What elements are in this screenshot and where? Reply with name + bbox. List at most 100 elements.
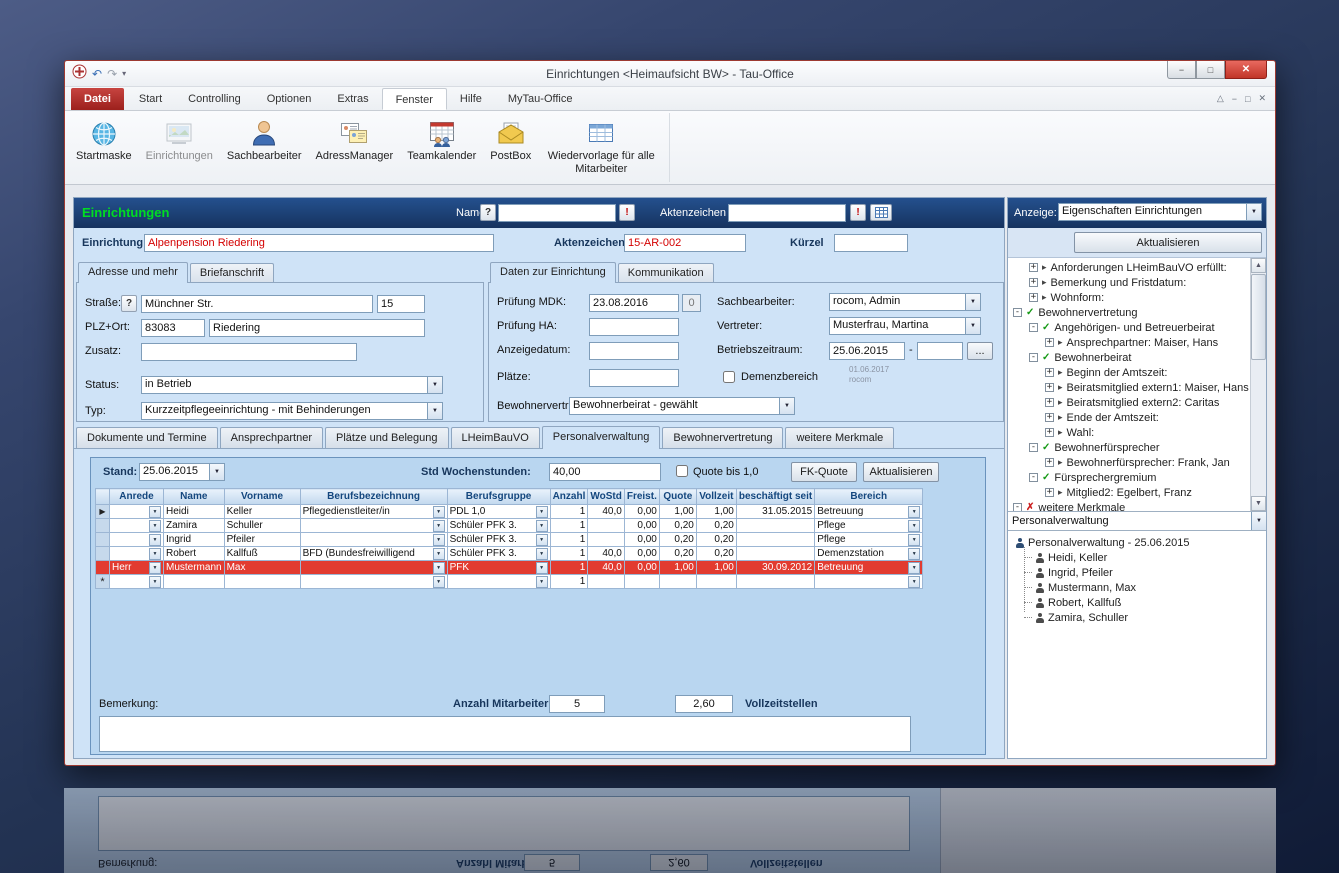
personal-tree-item[interactable]: Mustermann, Max <box>1024 580 1266 595</box>
col-freist[interactable]: Freist. <box>623 488 660 505</box>
cell-freist[interactable]: 0,00 <box>623 546 660 561</box>
dropdown-arrow-icon[interactable]: ▼ <box>209 464 224 480</box>
cell-berufsgruppe[interactable]: PDL 1,0 ▼ <box>446 504 551 519</box>
tab-dokumente-und-termine[interactable]: Dokumente und Termine <box>76 427 218 448</box>
cell-berufsbezeichnung[interactable]: ▼ <box>299 532 448 547</box>
tab-adresse-und-mehr[interactable]: Adresse und mehr <box>78 262 188 283</box>
row-selector[interactable]: * <box>95 574 110 589</box>
tree-item[interactable]: - ✓ Fürsprechergremium <box>1008 470 1266 485</box>
betriebszeitraum-von-input[interactable] <box>829 342 905 360</box>
col-berufsbezeichnung[interactable]: Berufsbezeichnung <box>299 488 448 505</box>
cell-berufsgruppe[interactable]: PFK ▼ <box>446 560 551 575</box>
cell-anzahl[interactable]: 1 <box>549 560 589 575</box>
ribbon-tab-datei[interactable]: Datei <box>71 88 124 110</box>
row-selector[interactable]: ▶ <box>95 504 110 519</box>
col-berufsgruppe[interactable]: Berufsgruppe <box>446 488 551 505</box>
dropdown-arrow-icon[interactable]: ▼ <box>535 505 548 518</box>
betriebszeitraum-browse-button[interactable]: ... <box>967 342 993 360</box>
ribbon-collapse-icon[interactable]: △ <box>1217 93 1224 104</box>
demenzbereich-checkbox[interactable] <box>723 371 735 383</box>
cell-wostd[interactable] <box>587 532 625 547</box>
expand-icon[interactable]: + <box>1045 413 1054 422</box>
tree-scrollbar[interactable]: ▲ ▼ <box>1250 258 1266 511</box>
expand-icon[interactable]: + <box>1045 338 1054 347</box>
cell-wostd[interactable]: 40,0 <box>587 504 625 519</box>
expand-icon[interactable]: + <box>1045 383 1054 392</box>
row-selector[interactable] <box>95 532 110 547</box>
cell-quote[interactable]: 0,20 <box>658 518 697 533</box>
cell-vollzeit[interactable]: 1,00 <box>695 504 737 519</box>
dropdown-arrow-icon[interactable]: ▼ <box>535 561 548 574</box>
dropdown-arrow-icon[interactable]: ▼ <box>965 318 980 334</box>
dropdown-arrow-icon[interactable]: ▼ <box>908 547 921 560</box>
minimize-button[interactable]: − <box>1167 61 1196 79</box>
dropdown-arrow-icon[interactable]: ▼ <box>432 547 445 560</box>
tree-item[interactable]: + ▸ Bewohnerfürsprecher: Frank, Jan <box>1008 455 1266 470</box>
bewohnervertr-select[interactable]: Bewohnerbeirat - gewählt ▼ <box>569 397 795 415</box>
expand-icon[interactable]: + <box>1045 428 1054 437</box>
dropdown-arrow-icon[interactable]: ▼ <box>908 533 921 546</box>
expand-icon[interactable]: + <box>1029 293 1038 302</box>
dropdown-arrow-icon[interactable]: ▼ <box>149 519 161 532</box>
tree-item[interactable]: - ✓ Bewohnerbeirat <box>1008 350 1266 365</box>
cell-vollzeit[interactable]: 1,00 <box>695 560 737 575</box>
personalverwaltung-select[interactable]: Personalverwaltung ▼ <box>1008 511 1266 531</box>
cell-freist[interactable]: 0,00 <box>623 532 660 547</box>
dropdown-arrow-icon[interactable]: ▼ <box>149 561 161 574</box>
table-row[interactable]: ▼ Ingrid Pfeiler ▼ Schüler PFK 3. ▼ 1 0,0… <box>95 532 924 547</box>
cell-vorname[interactable]: Max <box>223 560 301 575</box>
tree-item[interactable]: + ▸ Wahl: <box>1008 425 1266 440</box>
col-anzahl[interactable]: Anzahl <box>549 488 589 505</box>
personal-tree-item[interactable]: Robert, Kallfuß <box>1024 595 1266 610</box>
tab-bewohnervertretung[interactable]: Bewohnervertretung <box>662 427 784 448</box>
cell-beschaeftigt-seit[interactable] <box>735 574 816 589</box>
cell-bereich[interactable]: Betreuung ▼ <box>814 560 924 575</box>
cell-name[interactable]: Mustermann <box>163 560 225 575</box>
undo-button[interactable]: ↶ <box>92 68 102 80</box>
ribbon-button-adressmanager[interactable]: AdressManager <box>309 113 401 165</box>
personal-aktualisieren-button[interactable]: Aktualisieren <box>863 462 939 482</box>
pruefung-mdk-input[interactable] <box>589 294 679 312</box>
dropdown-arrow-icon[interactable]: ▼ <box>149 505 161 518</box>
dropdown-arrow-icon[interactable]: ▼ <box>535 547 548 560</box>
cell-freist[interactable]: 0,00 <box>623 560 660 575</box>
ribbon-tab-extras[interactable]: Extras <box>324 88 381 110</box>
cell-vollzeit[interactable]: 0,20 <box>695 532 737 547</box>
row-selector[interactable] <box>95 546 110 561</box>
tree-item[interactable]: - ✗ weitere Merkmale <box>1008 500 1266 511</box>
cell-berufsbezeichnung[interactable]: ▼ <box>299 560 448 575</box>
col-quote[interactable]: Quote <box>658 488 697 505</box>
panel-aktualisieren-button[interactable]: Aktualisieren <box>1074 232 1262 253</box>
ort-input[interactable] <box>209 319 425 337</box>
cell-quote[interactable]: 1,00 <box>658 504 697 519</box>
expand-icon[interactable]: + <box>1029 278 1038 287</box>
cell-quote[interactable]: 0,20 <box>658 546 697 561</box>
child-minimize-button[interactable]: − <box>1232 94 1237 104</box>
col-name[interactable]: Name <box>163 488 225 505</box>
col-anrede[interactable]: Anrede <box>109 488 164 505</box>
dropdown-arrow-icon[interactable]: ▼ <box>427 377 442 393</box>
cell-vorname[interactable]: Schuller <box>223 518 301 533</box>
name-search-input[interactable] <box>498 204 616 222</box>
dropdown-arrow-icon[interactable]: ▼ <box>779 398 794 414</box>
vertreter-select[interactable]: Musterfrau, Martina ▼ <box>829 317 981 335</box>
expand-icon[interactable]: - <box>1013 503 1022 511</box>
tab-personalverwaltung[interactable]: Personalverwaltung <box>541 426 661 449</box>
ribbon-tab-hilfe[interactable]: Hilfe <box>447 88 495 110</box>
tab-kommunikation[interactable]: Kommunikation <box>617 263 714 282</box>
aktenzeichen-search-input[interactable] <box>728 204 846 222</box>
expand-icon[interactable]: - <box>1029 443 1038 452</box>
cell-anzahl[interactable]: 1 <box>549 518 589 533</box>
qat-menu-arrow-icon[interactable]: ▾ <box>122 69 126 78</box>
ribbon-button-einrichtungen[interactable]: Einrichtungen <box>139 113 220 165</box>
tree-item[interactable]: + ▸ Ansprechpartner: Maiser, Hans <box>1008 335 1266 350</box>
cell-anzahl[interactable]: 1 <box>549 504 589 519</box>
expand-icon[interactable]: - <box>1029 323 1038 332</box>
cell-beschaeftigt-seit[interactable]: 31.05.2015 <box>735 504 816 519</box>
ribbon-button-postbox[interactable]: PostBox <box>483 113 538 165</box>
personal-tree-root[interactable]: Personalverwaltung - 25.06.2015 <box>1014 535 1266 550</box>
anzeigedatum-input[interactable] <box>589 342 679 360</box>
cell-vollzeit[interactable] <box>695 574 737 589</box>
ribbon-button-teamkalender[interactable]: Teamkalender <box>400 113 483 165</box>
cell-bereich[interactable]: Demenzstation ▼ <box>814 546 924 561</box>
